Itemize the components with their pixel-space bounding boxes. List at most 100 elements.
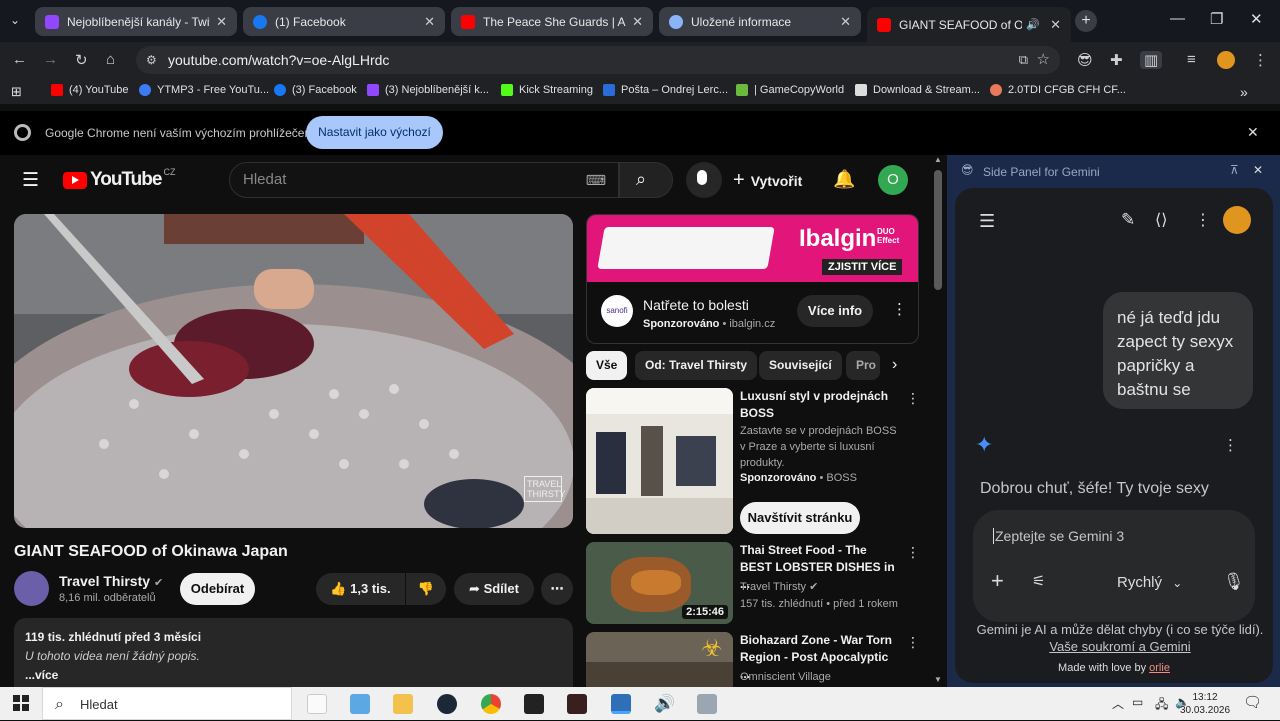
- pin-icon[interactable]: ⊼: [1230, 163, 1239, 177]
- bookmark-tdi[interactable]: 2.0TDI CFGB CFH CF...: [990, 84, 1126, 96]
- voice-search-button[interactable]: [686, 162, 722, 198]
- video-player[interactable]: TRAVEL THIRSTY: [14, 214, 573, 528]
- channel-avatar[interactable]: [14, 571, 49, 606]
- home-icon[interactable]: ⌂: [106, 51, 115, 68]
- close-side-panel-icon[interactable]: ✕: [1253, 163, 1263, 177]
- extension-emoji-icon[interactable]: 😎: [1077, 51, 1093, 69]
- bookmark-facebook[interactable]: (3) Facebook: [274, 84, 357, 96]
- chip-all[interactable]: Vše: [586, 351, 628, 380]
- tray-network-icon[interactable]: 🖧: [1155, 695, 1168, 716]
- tab-giant-seafood[interactable]: GIANT SEAFOOD of Okinaw🔊✕: [867, 7, 1071, 42]
- tab-facebook[interactable]: (1) Facebook ✕: [243, 7, 445, 36]
- user-avatar[interactable]: O: [878, 165, 908, 195]
- chrome-menu-icon[interactable]: ⋮: [1253, 51, 1268, 69]
- close-infobar-icon[interactable]: ✕: [1247, 124, 1259, 141]
- new-tab-button[interactable]: +: [1075, 10, 1097, 32]
- bookmark-youtube[interactable]: (4) YouTube: [51, 84, 129, 96]
- audio-playing-icon[interactable]: 🔊: [1026, 18, 1040, 31]
- set-default-button[interactable]: Nastavit jako výchozí: [306, 116, 443, 149]
- keyboard-icon[interactable]: ⌨: [586, 163, 606, 197]
- close-tab-icon[interactable]: ✕: [216, 14, 227, 30]
- show-more-link[interactable]: ...více: [25, 668, 562, 682]
- visit-site-button[interactable]: Navštívit stránku: [740, 502, 860, 534]
- close-tab-icon[interactable]: ✕: [632, 14, 643, 30]
- app-blue-icon[interactable]: [611, 694, 631, 714]
- ad-more-info-button[interactable]: Více info: [797, 295, 873, 327]
- channel-name[interactable]: Travel Thirsty ✔: [59, 573, 163, 589]
- photos-icon[interactable]: [350, 694, 370, 714]
- scroll-down-icon[interactable]: ▼: [934, 675, 942, 684]
- recommendation-biohazard[interactable]: ☣ Biohazard Zone - War Torn Region - Pos…: [586, 632, 920, 687]
- search-input[interactable]: Hledat ⌨: [229, 162, 619, 198]
- chip-from-channel[interactable]: Od: Travel Thirsty: [635, 351, 758, 380]
- share-button[interactable]: ➦ Sdílet: [454, 573, 534, 605]
- tools-icon[interactable]: ⚟: [1032, 572, 1045, 590]
- back-icon[interactable]: ←: [12, 51, 27, 68]
- gemini-more-icon[interactable]: ⋮: [1195, 210, 1211, 230]
- more-actions-button[interactable]: ⋯: [541, 573, 573, 605]
- share-icon[interactable]: ⟨⟩: [1155, 210, 1167, 230]
- page-scrollbar[interactable]: [934, 170, 942, 290]
- search-button[interactable]: ⌕: [619, 162, 673, 198]
- bookmark-star-icon[interactable]: ☆: [1037, 46, 1050, 74]
- privacy-link[interactable]: Vaše soukromí a Gemini: [1049, 639, 1190, 654]
- file-icon[interactable]: [307, 694, 327, 714]
- app-dark-icon[interactable]: [567, 694, 587, 714]
- gemini-input-box[interactable]: Zeptejte se Gemini 3 + ⚟ Rychlý ⌄ 🎙: [973, 510, 1255, 622]
- restore-button[interactable]: ❐: [1210, 10, 1223, 28]
- bookmark-gamecopyworld[interactable]: | GameCopyWorld: [736, 84, 844, 96]
- microphone-icon[interactable]: 🎙: [1223, 572, 1245, 592]
- taskbar-search-input[interactable]: ⌕ Hledat: [42, 687, 292, 720]
- bookmark-posta[interactable]: Pošta – Ondrej Lerc...: [603, 84, 728, 96]
- windows-start-icon[interactable]: [13, 695, 29, 711]
- chips-next-chevron-icon[interactable]: ›: [892, 356, 897, 374]
- tab-search-chevron-icon[interactable]: ⌄: [10, 13, 20, 27]
- response-menu-icon[interactable]: ⋮: [1223, 436, 1238, 454]
- ad-card[interactable]: Ibalgin DUO Effect ZJISTIT VÍCE sanofi N…: [586, 214, 919, 344]
- minimize-button[interactable]: —: [1170, 10, 1185, 27]
- hamburger-menu-icon[interactable]: ☰: [22, 169, 39, 192]
- author-link[interactable]: orlie: [1149, 662, 1170, 674]
- rec-menu-icon[interactable]: ⋮: [906, 544, 920, 561]
- youtube-logo[interactable]: YouTube CZ: [63, 167, 175, 191]
- chip-related[interactable]: Související: [759, 351, 842, 380]
- tab-twitch[interactable]: Nejoblíbenější kanály - Twitch ✕: [35, 7, 237, 36]
- model-mode-selector[interactable]: Rychlý ⌄: [1117, 574, 1182, 591]
- reload-icon[interactable]: ↻: [75, 51, 88, 69]
- recommendation-boss[interactable]: Luxusní styl v prodejnách BOSS Zastavte …: [586, 388, 920, 536]
- more-bookmarks-chevron-icon[interactable]: »: [1240, 84, 1248, 100]
- gemini-account-avatar[interactable]: [1223, 206, 1251, 234]
- steam-icon[interactable]: [437, 694, 457, 714]
- media-controls-icon[interactable]: ≡: [1187, 51, 1196, 68]
- new-chat-icon[interactable]: ✎: [1121, 210, 1135, 230]
- site-info-icon[interactable]: ⚙: [146, 46, 157, 74]
- bookmark-twitch[interactable]: (3) Nejoblíbenější k...: [367, 84, 489, 96]
- dislike-button[interactable]: 👎: [406, 573, 446, 605]
- bookmark-kick[interactable]: Kick Streaming: [501, 84, 593, 96]
- chrome-icon[interactable]: [481, 694, 501, 714]
- notifications-bell-icon[interactable]: 🔔: [833, 169, 855, 190]
- ad-menu-icon[interactable]: ⋮: [892, 300, 907, 318]
- audio-app-icon[interactable]: 🔊: [654, 694, 675, 714]
- bookmark-download-stream[interactable]: Download & Stream...: [855, 84, 980, 96]
- tab-saved-info[interactable]: Uložené informace ✕: [659, 7, 861, 36]
- extensions-puzzle-icon[interactable]: ✚: [1110, 51, 1123, 69]
- apps-grid-icon[interactable]: ⊞: [11, 84, 22, 100]
- close-tab-icon[interactable]: ✕: [840, 14, 851, 30]
- address-bar[interactable]: ⚙ youtube.com/watch?v=oe-AlgLHrdc ⧉ ☆: [136, 46, 1060, 74]
- description-box[interactable]: 119 tis. zhlédnutí před 3 měsíci U tohot…: [14, 618, 573, 687]
- scroll-up-icon[interactable]: ▲: [934, 155, 942, 164]
- notifications-icon[interactable]: 🗨: [1243, 693, 1262, 711]
- side-panel-icon[interactable]: ▥: [1140, 51, 1163, 69]
- tray-display-icon[interactable]: ▭: [1132, 695, 1143, 709]
- recommendation-thai-street-food[interactable]: 2:15:46 Thai Street Food - The BEST LOBS…: [586, 542, 920, 626]
- create-button[interactable]: + Vytvořit: [733, 162, 802, 198]
- ad-banner[interactable]: Ibalgin DUO Effect ZJISTIT VÍCE: [587, 215, 918, 282]
- add-attachment-icon[interactable]: +: [991, 568, 1004, 594]
- rec-menu-icon[interactable]: ⋮: [906, 634, 920, 651]
- install-app-icon[interactable]: ⧉: [1019, 46, 1028, 74]
- like-button[interactable]: 👍 1,3 tis.: [316, 573, 405, 605]
- subscribe-button[interactable]: Odebírat: [180, 573, 255, 605]
- tab-peace[interactable]: The Peace She Guards | Ambien✕: [451, 7, 653, 36]
- rec-menu-icon[interactable]: ⋮: [906, 390, 920, 407]
